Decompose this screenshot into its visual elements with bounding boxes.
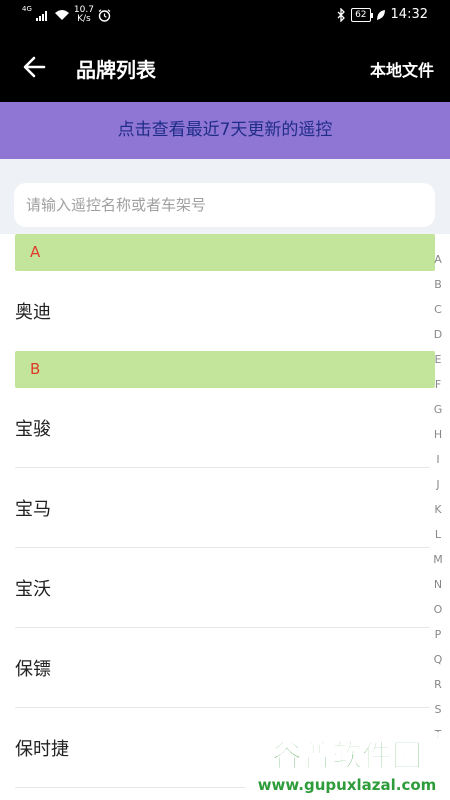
- index-letter[interactable]: I: [436, 452, 439, 477]
- index-letter[interactable]: R: [434, 677, 442, 702]
- brand-item-borgward[interactable]: 宝沃: [15, 548, 430, 628]
- index-letter[interactable]: F: [435, 377, 441, 402]
- bluetooth-icon: [337, 7, 345, 22]
- signal-icon: [35, 11, 47, 21]
- index-letter[interactable]: T: [435, 727, 442, 752]
- search-input[interactable]: [14, 183, 435, 227]
- local-files-button[interactable]: 本地文件: [370, 57, 434, 81]
- leaf-icon: [376, 9, 385, 20]
- wifi-icon: [54, 10, 69, 20]
- network-type-label: 4G: [22, 5, 32, 13]
- section-header-a: A: [15, 234, 435, 271]
- network-speed-unit: K/s: [77, 14, 91, 24]
- search-container: [0, 159, 450, 234]
- index-letter[interactable]: E: [435, 352, 442, 377]
- status-left: 4G 10.7 K/s: [22, 5, 111, 24]
- index-letter[interactable]: M: [433, 552, 443, 577]
- page-title: 品牌列表: [76, 58, 156, 82]
- recent-updates-banner[interactable]: 点击查看最近7天更新的遥控: [0, 102, 450, 159]
- brand-item-bmw[interactable]: 宝马: [15, 468, 430, 548]
- status-bar: 4G 10.7 K/s 62 14:32: [0, 0, 450, 32]
- app-header: 品牌列表 本地文件: [0, 32, 450, 102]
- back-arrow-icon: [23, 56, 46, 78]
- network-speed: 10.7 K/s: [74, 6, 94, 24]
- index-letter[interactable]: G: [434, 402, 443, 427]
- index-letter[interactable]: S: [435, 702, 442, 727]
- index-letter[interactable]: O: [434, 602, 443, 627]
- index-letter[interactable]: C: [434, 302, 442, 327]
- alarm-icon: [98, 8, 111, 22]
- index-letter[interactable]: A: [434, 252, 442, 277]
- brand-list: A 奥迪 B 宝骏 宝马 宝沃 保镖 保时捷: [0, 234, 435, 788]
- back-button[interactable]: [20, 52, 50, 82]
- brand-item-audi[interactable]: 奥迪: [15, 271, 430, 351]
- section-header-b: B: [15, 351, 435, 388]
- index-letter[interactable]: J: [436, 477, 439, 502]
- index-letter[interactable]: P: [435, 627, 442, 652]
- alphabet-index[interactable]: A B C D E F G H I J K L M N O P Q R S T: [431, 252, 445, 752]
- index-letter[interactable]: Q: [434, 652, 443, 677]
- brand-item-baojun[interactable]: 宝骏: [15, 388, 430, 468]
- index-letter[interactable]: H: [434, 427, 442, 452]
- brand-item-baobiao[interactable]: 保镖: [15, 628, 430, 708]
- status-right: 62 14:32: [337, 7, 428, 22]
- index-letter[interactable]: L: [435, 527, 441, 552]
- battery-level: 62: [351, 7, 374, 22]
- clock: 14:32: [390, 7, 428, 22]
- index-letter[interactable]: K: [434, 502, 441, 527]
- index-letter[interactable]: N: [434, 577, 442, 602]
- index-letter[interactable]: D: [434, 327, 442, 352]
- brand-item-porsche[interactable]: 保时捷: [15, 708, 430, 788]
- index-letter[interactable]: B: [434, 277, 442, 302]
